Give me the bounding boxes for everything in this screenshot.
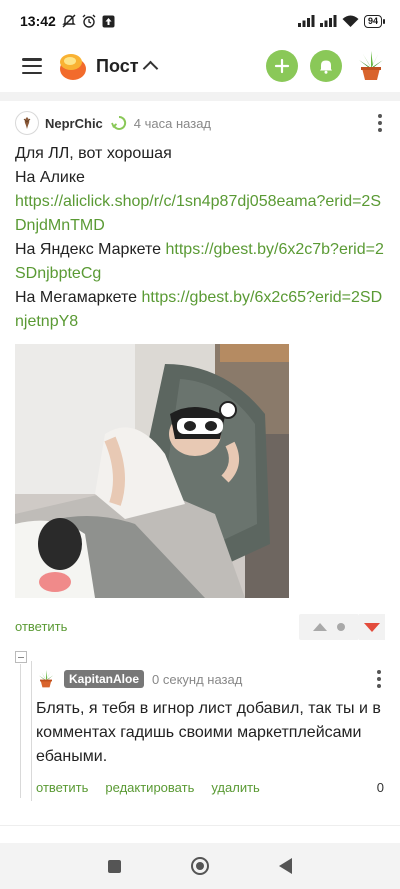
upload-icon [102,15,115,28]
comment-text: Блять, я тебя в игнор лист добавил, так … [36,700,381,765]
app-bar: Пост [0,42,400,90]
app-logo[interactable] [56,50,88,82]
status-time: 13:42 [20,13,56,29]
post-text-line: На Алике [15,169,85,186]
recycle-badge-icon [110,114,128,132]
bell-icon [320,60,332,74]
status-right: 94 [297,14,386,28]
menu-icon[interactable] [22,58,42,74]
page-title: Пост [96,55,139,76]
post-image[interactable] [15,344,289,598]
post-author[interactable]: NeprChic [45,116,103,131]
post-header: NeprChic 4 часа назад [15,110,387,136]
signal-icon [319,15,337,27]
bottom-separator [0,825,400,826]
comment-time: 0 секунд назад [152,671,243,687]
post-text-line: Для ЛЛ, вот хорошая [15,145,172,162]
plus-icon [274,58,290,74]
comment-more-icon[interactable] [372,670,386,688]
plant-avatar-icon [359,51,383,80]
comment-author[interactable]: KapitanAloe [64,670,145,688]
status-bar: 13:42 94 [0,0,400,42]
comment-delete-button[interactable]: удалить [211,780,259,795]
mute-icon [62,14,76,28]
add-post-button[interactable] [266,50,298,82]
signal-icon [297,15,315,27]
back-icon[interactable] [279,858,292,874]
section-divider [0,92,400,101]
alarm-icon [82,14,96,28]
comment-edit-button[interactable]: редактировать [105,780,194,795]
wifi-icon [342,15,359,28]
downvote-icon[interactable] [364,622,380,632]
status-left: 13:42 [20,13,115,29]
battery-icon: 94 [363,14,386,28]
page-title-dropdown[interactable]: Пост [96,55,158,77]
post-reply-button[interactable]: ответить [15,619,67,634]
post-text-line: На Мегамаркете [15,289,142,306]
comment-actions: ответить редактировать удалить 0 [36,780,386,795]
comment-header: KapitanAloe 0 секунд назад [36,666,386,692]
rating-hidden-dot [337,623,345,631]
system-nav-bar [0,843,400,889]
post-time: 4 часа назад [133,115,212,131]
chevron-up-icon [142,60,158,77]
thread-line [20,664,21,798]
notifications-button[interactable] [310,50,342,82]
aliexpress-link[interactable]: https://aliclick.shop/r/c/1sn4p87dj058ea… [15,193,381,234]
post-body: Для ЛЛ, вот хорошая На Алике https://ali… [15,142,385,334]
post-text-line: На Яндекс Маркете [15,241,166,258]
author-avatar[interactable] [15,111,39,135]
profile-avatar[interactable] [354,49,388,83]
comment-score: 0 [376,780,384,795]
upvote-icon[interactable] [313,623,327,631]
post-more-icon[interactable] [373,114,387,132]
comment-branch-line [31,661,32,801]
collapse-thread-icon[interactable] [15,651,27,663]
post-upvote-area [299,614,359,640]
post-vote-box [299,614,385,640]
app-bar-actions [266,49,388,83]
battery-level: 94 [367,16,378,26]
comment-avatar[interactable] [36,669,56,689]
post-downvote-area [359,614,385,640]
recents-icon[interactable] [108,859,121,873]
home-icon[interactable] [191,857,209,875]
comment-reply-button[interactable]: ответить [36,780,88,795]
